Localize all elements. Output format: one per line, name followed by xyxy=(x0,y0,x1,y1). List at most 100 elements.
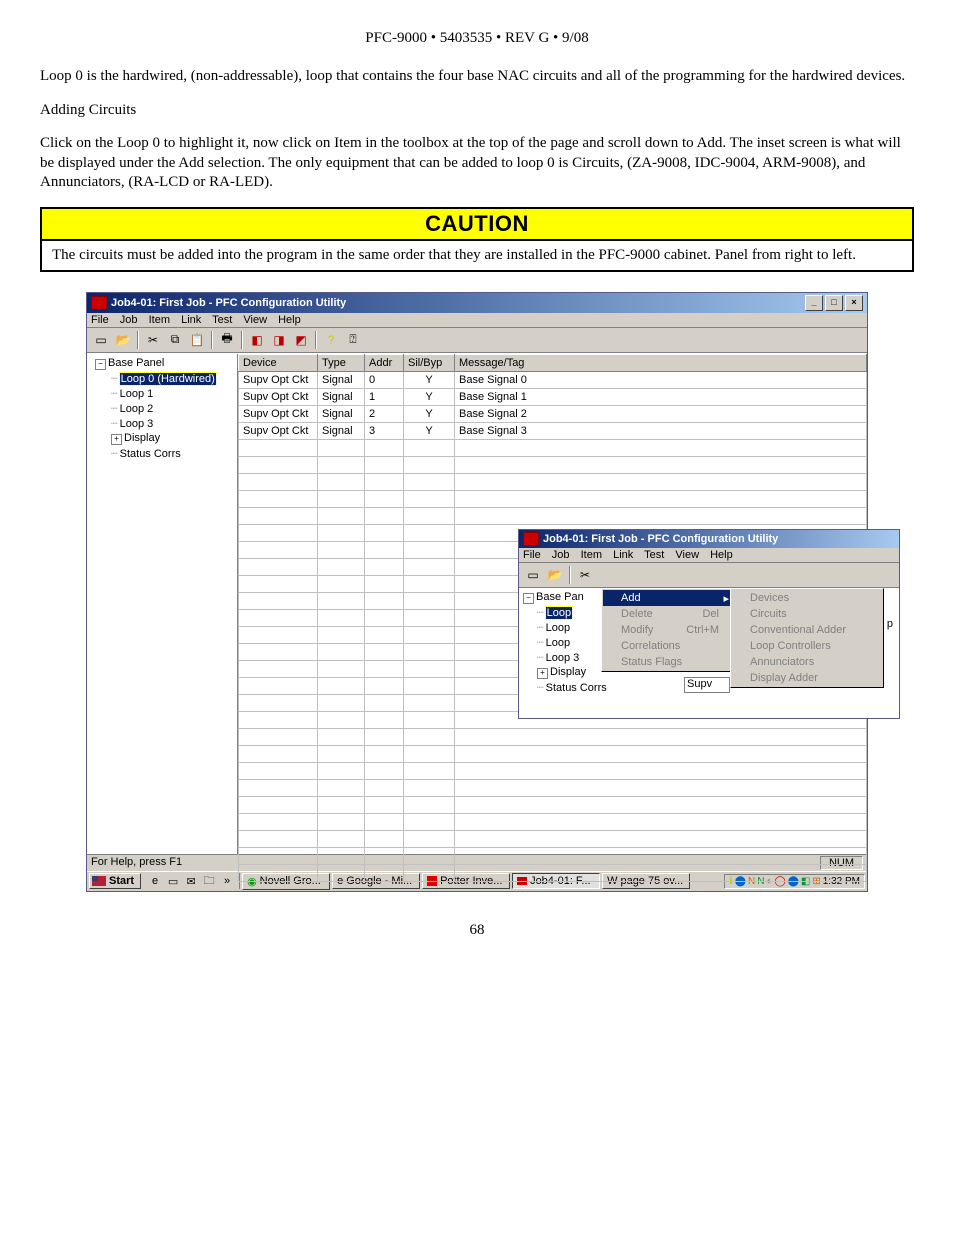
window-title: Job4-01: First Job - PFC Configuration U… xyxy=(111,297,805,309)
outlook-icon[interactable]: ✉ xyxy=(183,873,199,889)
tree-loop0[interactable]: ┈Loop 0 (Hardwired) xyxy=(87,371,237,386)
menu-file[interactable]: File xyxy=(91,314,109,326)
collapse-icon[interactable]: − xyxy=(95,359,106,370)
menu-job[interactable]: Job xyxy=(120,314,138,326)
menu-test[interactable]: Test xyxy=(644,549,664,561)
whatsthis-icon[interactable]: ⍰ xyxy=(343,330,363,350)
submenu-annunciators[interactable]: Annunciators xyxy=(732,654,882,670)
menu-link[interactable]: Link xyxy=(613,549,633,561)
table-row[interactable] xyxy=(239,473,867,490)
menu-link[interactable]: Link xyxy=(181,314,201,326)
submenu-loop-controllers[interactable]: Loop Controllers xyxy=(732,638,882,654)
help-icon[interactable]: ? xyxy=(321,330,341,350)
table-row[interactable] xyxy=(239,439,867,456)
inset-titlebar[interactable]: Job4-01: First Job - PFC Configuration U… xyxy=(519,530,899,548)
menu-item[interactable]: Item xyxy=(149,314,170,326)
col-msg[interactable]: Message/Tag xyxy=(455,354,867,371)
table-row[interactable] xyxy=(239,864,867,881)
tree-loop2[interactable]: ┈Loop 2 xyxy=(87,401,237,416)
caution-box: CAUTION The circuits must be added into … xyxy=(40,207,914,272)
tree-panel[interactable]: −Base Panel ┈Loop 0 (Hardwired) ┈Loop 1 … xyxy=(87,354,238,854)
tree-item[interactable]: +Display xyxy=(519,665,601,680)
submenu-devices[interactable]: Devices xyxy=(732,590,882,606)
tree-item[interactable]: ┈Loop xyxy=(519,635,601,650)
cut-icon[interactable]: ✂ xyxy=(575,565,595,585)
ie-icon[interactable]: e xyxy=(147,873,163,889)
desktop-icon[interactable]: ▭ xyxy=(165,873,181,889)
titlebar[interactable]: Job4-01: First Job - PFC Configuration U… xyxy=(87,293,867,313)
explorer-icon[interactable]: 🗀 xyxy=(201,873,217,889)
menu-delete[interactable]: DeleteDel xyxy=(603,606,733,622)
new-icon[interactable]: ▭ xyxy=(523,565,543,585)
add-submenu[interactable]: Devices Circuits Conventional Adder Loop… xyxy=(730,588,884,688)
menu-help[interactable]: Help xyxy=(278,314,301,326)
item-menu[interactable]: Add▸ DeleteDel ModifyCtrl+M Correlations… xyxy=(601,588,735,672)
expand-icon[interactable]: + xyxy=(111,434,122,445)
new-icon[interactable]: ▭ xyxy=(91,330,111,350)
table-row[interactable] xyxy=(239,745,867,762)
close-button[interactable]: × xyxy=(845,295,863,311)
menubar[interactable]: File Job Item Link Test View Help xyxy=(87,313,867,328)
tool1-icon[interactable]: ◧ xyxy=(247,330,267,350)
table-header[interactable]: Device Type Addr Sil/Byp Message/Tag xyxy=(239,354,867,371)
table-row[interactable]: Supv Opt CktSignal1YBase Signal 1 xyxy=(239,388,867,405)
table-row[interactable] xyxy=(239,762,867,779)
tree-root[interactable]: −Base Panel xyxy=(87,356,237,371)
grid-panel[interactable]: Device Type Addr Sil/Byp Message/Tag Sup… xyxy=(238,354,867,854)
tree-loop1[interactable]: ┈Loop 1 xyxy=(87,386,237,401)
menu-help[interactable]: Help xyxy=(710,549,733,561)
menu-view[interactable]: View xyxy=(243,314,267,326)
table-row[interactable] xyxy=(239,813,867,830)
table-row[interactable]: Supv Opt CktSignal3YBase Signal 3 xyxy=(239,422,867,439)
menu-status-flags[interactable]: Status Flags xyxy=(603,654,733,670)
menu-test[interactable]: Test xyxy=(212,314,232,326)
tree-item[interactable]: ┈Status Corrs xyxy=(519,680,601,695)
table-row[interactable] xyxy=(239,456,867,473)
tree-loop0[interactable]: ┈Loop xyxy=(519,605,601,620)
maximize-button[interactable]: □ xyxy=(825,295,843,311)
col-type[interactable]: Type xyxy=(318,354,365,371)
tree-item[interactable]: ┈Loop 3 xyxy=(519,650,601,665)
quick-launch[interactable]: e ▭ ✉ 🗀 » xyxy=(143,873,240,889)
submenu-circuits[interactable]: Circuits xyxy=(732,606,882,622)
submenu-display-adder[interactable]: Display Adder xyxy=(732,670,882,686)
print-icon[interactable]: 🖶 xyxy=(217,330,237,350)
menu-correlations[interactable]: Correlations xyxy=(603,638,733,654)
table-row[interactable]: Supv Opt CktSignal2YBase Signal 2 xyxy=(239,405,867,422)
menu-file[interactable]: File xyxy=(523,549,541,561)
minimize-button[interactable]: _ xyxy=(805,295,823,311)
menu-modify[interactable]: ModifyCtrl+M xyxy=(603,622,733,638)
table-row[interactable]: Supv Opt CktSignal0YBase Signal 0 xyxy=(239,371,867,388)
tool3-icon[interactable]: ◩ xyxy=(291,330,311,350)
menu-item[interactable]: Item xyxy=(581,549,602,561)
table-row[interactable] xyxy=(239,847,867,864)
more-icon[interactable]: » xyxy=(219,873,235,889)
tree-root[interactable]: −Base Pan xyxy=(519,590,601,605)
table-row[interactable] xyxy=(239,779,867,796)
col-silbyp[interactable]: Sil/Byp xyxy=(404,354,455,371)
inset-tree[interactable]: −Base Pan ┈Loop ┈Loop ┈Loop ┈Loop 3 +Dis… xyxy=(519,588,601,718)
table-row[interactable] xyxy=(239,490,867,507)
start-button[interactable]: Start xyxy=(89,873,141,889)
tree-status-corrs[interactable]: ┈Status Corrs xyxy=(87,446,237,461)
tree-display[interactable]: +Display xyxy=(87,431,237,446)
open-icon[interactable]: 📂 xyxy=(545,565,565,585)
copy-icon[interactable]: ⧉ xyxy=(165,330,185,350)
menu-view[interactable]: View xyxy=(675,549,699,561)
cut-icon[interactable]: ✂ xyxy=(143,330,163,350)
tool2-icon[interactable]: ◨ xyxy=(269,330,289,350)
inset-menubar[interactable]: File Job Item Link Test View Help xyxy=(519,548,899,563)
table-row[interactable] xyxy=(239,796,867,813)
table-row[interactable] xyxy=(239,728,867,745)
table-row[interactable] xyxy=(239,830,867,847)
menu-job[interactable]: Job xyxy=(552,549,570,561)
col-device[interactable]: Device xyxy=(239,354,318,371)
col-addr[interactable]: Addr xyxy=(365,354,404,371)
tree-loop3[interactable]: ┈Loop 3 xyxy=(87,416,237,431)
menu-add[interactable]: Add▸ xyxy=(603,590,733,606)
tree-item[interactable]: ┈Loop xyxy=(519,620,601,635)
paste-icon[interactable]: 📋 xyxy=(187,330,207,350)
submenu-conv-adder[interactable]: Conventional Adder xyxy=(732,622,882,638)
table-row[interactable] xyxy=(239,507,867,524)
open-icon[interactable]: 📂 xyxy=(113,330,133,350)
